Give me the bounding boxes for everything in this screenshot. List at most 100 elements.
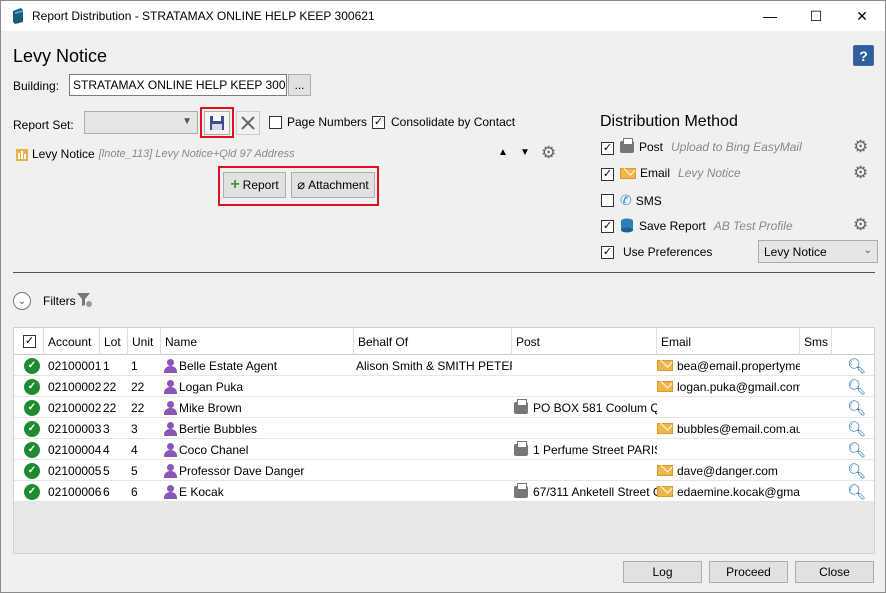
expand-filters-button[interactable]: ⌄: [13, 292, 31, 310]
preferences-select[interactable]: Levy Notice ⌄: [758, 240, 878, 263]
building-label: Building:: [13, 79, 60, 93]
status-cell: ✓: [21, 481, 43, 502]
col-behalf-of[interactable]: Behalf Of: [354, 328, 512, 355]
save-report-label: Save Report: [639, 218, 706, 233]
view-cell[interactable]: 🔍︎: [844, 439, 870, 460]
save-report-set-button[interactable]: [204, 111, 230, 135]
post-cell: [511, 460, 657, 481]
col-lot[interactable]: Lot: [100, 328, 128, 355]
plus-icon: +: [230, 176, 240, 193]
person-icon: [164, 463, 177, 478]
filters-label: Filters: [43, 294, 76, 308]
preferences-value: Levy Notice: [764, 244, 827, 259]
consolidate-label: Consolidate by Contact: [391, 115, 516, 129]
view-cell[interactable]: 🔍︎: [844, 418, 870, 439]
table-row[interactable]: ✓ 02100004 4 4 Coco Chanel 1 Perfume Street P…: [14, 439, 874, 460]
magnifier-icon[interactable]: 🔍︎: [847, 441, 866, 459]
lot-cell: 6: [103, 484, 110, 499]
checkmark-icon: ✓: [24, 462, 40, 479]
table-header: ✓ Account Lot Unit Name Behalf Of Post E…: [14, 328, 874, 355]
view-cell[interactable]: 🔍︎: [844, 460, 870, 481]
email-cell: logan.puka@gmail.com: [654, 376, 800, 397]
email-settings-gear-icon[interactable]: ⚙: [853, 163, 868, 183]
post-cell: 1 Perfume Street PARIS: [511, 439, 657, 460]
help-icon[interactable]: ?: [853, 45, 874, 66]
table-row[interactable]: ✓ 02100003 3 3 Bertie Bubbles bubbles@email.c…: [14, 418, 874, 439]
view-cell[interactable]: 🔍︎: [844, 397, 870, 418]
person-icon: [164, 442, 177, 457]
status-cell: ✓: [21, 397, 43, 418]
use-preferences-checkbox[interactable]: ✓: [601, 246, 614, 259]
magnifier-icon[interactable]: 🔍︎: [847, 399, 866, 417]
view-cell[interactable]: 🔍︎: [844, 481, 870, 502]
view-cell[interactable]: 🔍︎: [844, 376, 870, 397]
magnifier-icon[interactable]: 🔍︎: [847, 462, 866, 480]
table-row[interactable]: ✓ 02100006 6 6 E Kocak 67/311 Anketell Street…: [14, 481, 874, 502]
email-checkbox[interactable]: ✓: [601, 168, 614, 181]
behalf-cell: Alison Smith & SMITH PETER: [356, 358, 512, 373]
account-cell: 02100006: [48, 484, 101, 499]
name-text: Professor Dave Danger: [179, 463, 305, 478]
magnifier-icon[interactable]: 🔍︎: [847, 378, 866, 396]
post-text: 1 Perfume Street PARIS: [533, 442, 657, 457]
sms-option: ✆ SMS: [620, 192, 662, 209]
status-cell: ✓: [21, 355, 43, 376]
email-cell: bubbles@email.com.au: [654, 418, 800, 439]
page-numbers-checkbox[interactable]: [269, 116, 282, 129]
post-settings-gear-icon[interactable]: ⚙: [853, 137, 868, 157]
magnifier-icon[interactable]: 🔍︎: [847, 420, 866, 438]
post-checkbox[interactable]: ✓: [601, 142, 614, 155]
email-text: dave@danger.com: [677, 463, 778, 478]
minimize-button[interactable]: —: [747, 1, 793, 31]
email-text: bubbles@email.com.au: [677, 421, 800, 436]
table-row[interactable]: ✓ 02100005 5 5 Professor Dave Danger dave@dan…: [14, 460, 874, 481]
view-cell[interactable]: 🔍︎: [844, 355, 870, 376]
col-email[interactable]: Email: [657, 328, 800, 355]
table-row[interactable]: ✓ 02100002 22 22 Logan Puka logan.puka@gmail.…: [14, 376, 874, 397]
report-item-detail: [lnote_113] Levy Notice+Qld 97 Address: [98, 148, 295, 160]
close-window-button[interactable]: ✕: [839, 1, 885, 31]
delete-report-set-button[interactable]: [236, 111, 260, 135]
person-icon: [164, 484, 177, 499]
report-settings-gear-icon[interactable]: ⚙: [541, 143, 556, 163]
report-set-select[interactable]: ▼: [84, 111, 198, 134]
behalf-cell: [353, 397, 512, 418]
lot-cell: 22: [103, 379, 117, 394]
lot-cell: 1: [103, 358, 110, 373]
email-cell: dave@danger.com: [654, 460, 800, 481]
building-browse-button[interactable]: ...: [288, 74, 311, 96]
sms-checkbox[interactable]: [601, 194, 614, 207]
checkmark-icon: ✓: [24, 399, 40, 416]
maximize-button[interactable]: ☐: [793, 1, 839, 31]
save-report-checkbox[interactable]: ✓: [601, 220, 614, 233]
name-cell: Bertie Bubbles: [161, 418, 354, 439]
magnifier-icon[interactable]: 🔍︎: [847, 357, 866, 375]
move-up-icon[interactable]: ▲: [498, 147, 508, 158]
table-row[interactable]: ✓ 02100001 1 1 Belle Estate Agent Alison Smit…: [14, 355, 874, 376]
add-report-button[interactable]: + Report: [223, 172, 286, 198]
post-cell: [511, 355, 657, 376]
col-unit[interactable]: Unit: [128, 328, 161, 355]
report-item[interactable]: Levy Notice [lnote_113] Levy Notice+Qld …: [16, 147, 295, 161]
col-sms[interactable]: Sms: [800, 328, 832, 355]
building-field[interactable]: STRATAMAX ONLINE HELP KEEP 300621: [69, 74, 287, 96]
proceed-button[interactable]: Proceed: [709, 561, 788, 583]
save-report-option: Save Report AB Test Profile: [620, 218, 793, 233]
consolidate-checkbox[interactable]: ✓: [372, 116, 385, 129]
col-account[interactable]: Account: [44, 328, 100, 355]
save-report-settings-gear-icon[interactable]: ⚙: [853, 215, 868, 235]
table-row[interactable]: ✓ 02100002 22 22 Mike Brown PO BOX 581 Coolum…: [14, 397, 874, 418]
log-button[interactable]: Log: [623, 561, 702, 583]
col-post[interactable]: Post: [512, 328, 657, 355]
email-text: edaemine.kocak@gmai: [677, 484, 800, 499]
magnifier-icon[interactable]: 🔍︎: [847, 483, 866, 501]
account-cell: 02100001: [48, 358, 101, 373]
unit-cell: 22: [131, 400, 145, 415]
close-button[interactable]: Close: [795, 561, 874, 583]
move-down-icon[interactable]: ▼: [520, 147, 530, 158]
add-attachment-button[interactable]: ⌀ Attachment: [291, 172, 375, 198]
filter-icon[interactable]: [77, 292, 93, 308]
status-cell: ✓: [21, 460, 43, 481]
col-name[interactable]: Name: [161, 328, 354, 355]
select-all-checkbox[interactable]: ✓: [23, 335, 36, 348]
